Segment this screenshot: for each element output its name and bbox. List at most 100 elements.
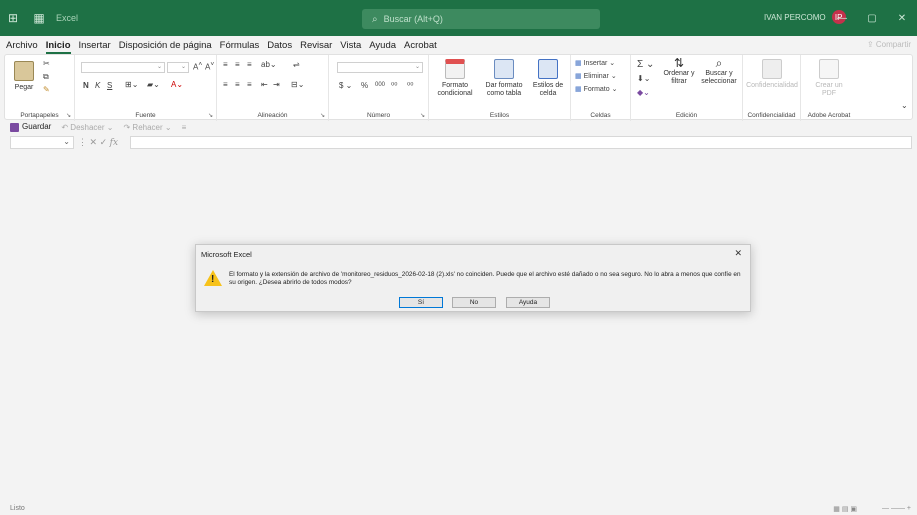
status-bar: Listo ▦ ▤ ▣ — —— +	[0, 505, 917, 515]
group-label-confidentiality: Confidencialidad	[747, 112, 796, 119]
number-launcher-icon[interactable]: ↘	[420, 112, 425, 119]
share-button[interactable]: ⇪ Compartir	[867, 40, 911, 49]
tab-revisar[interactable]: Revisar	[300, 40, 332, 51]
restore-icon[interactable]: ▢	[857, 13, 887, 24]
align-center-icon[interactable]: ≡	[235, 80, 240, 89]
group-adobe: Crear un PDF Adobe Acrobat	[801, 55, 857, 121]
format-table-button[interactable]: Dar formato como tabla	[481, 59, 527, 98]
align-top-icon[interactable]: ≡	[223, 60, 228, 69]
alignment-launcher-icon[interactable]: ↘	[320, 112, 325, 119]
group-label-styles: Estilos	[489, 112, 510, 119]
orientation-icon[interactable]: ab⌄	[261, 60, 277, 69]
font-color-icon[interactable]: A⌄	[171, 80, 183, 89]
save-label: Guardar	[22, 122, 52, 132]
save-icon	[10, 122, 19, 132]
paste-button[interactable]: Pegar	[13, 61, 35, 92]
tab-acrobat[interactable]: Acrobat	[404, 40, 437, 51]
copy-icon[interactable]: ⧉	[43, 72, 49, 82]
group-label-alignment: Alineación	[257, 112, 288, 119]
delete-cells-button[interactable]: ▦ Eliminar ⌄	[575, 72, 617, 80]
tab-disposicion-pagina[interactable]: Disposición de página	[119, 40, 212, 51]
format-cells-button[interactable]: ▦ Formato ⌄	[575, 85, 617, 93]
format-painter-icon[interactable]: ✎	[43, 85, 50, 94]
currency-button[interactable]: $ ⌄	[339, 81, 352, 90]
sort-filter-button[interactable]: ⇅ Ordenar y filtrar	[661, 57, 697, 86]
formula-input[interactable]	[130, 135, 912, 149]
clear-icon[interactable]: ◆⌄	[637, 88, 650, 97]
collapse-ribbon-icon[interactable]: ⌄	[901, 101, 908, 110]
font-name-dropdown[interactable]: ⌄	[81, 62, 165, 73]
help-button[interactable]: Ayuda	[506, 297, 550, 308]
enter-icon[interactable]: ✓	[100, 137, 108, 147]
font-launcher-icon[interactable]: ↘	[208, 112, 213, 119]
more-icon[interactable]: ⋮	[78, 137, 87, 147]
borders-icon[interactable]: ⊞⌄	[125, 80, 138, 89]
find-select-button[interactable]: ⌕ Buscar y seleccionar	[699, 57, 739, 86]
save-button[interactable]: Guardar	[10, 122, 52, 132]
wrap-text-icon[interactable]: ⇌	[293, 60, 300, 69]
tab-ayuda[interactable]: Ayuda	[369, 40, 396, 51]
tab-formulas[interactable]: Fórmulas	[220, 40, 260, 51]
group-editing: Σ ⌄ ⬇⌄ ◆⌄ ⇅ Ordenar y filtrar ⌕ Buscar y…	[631, 55, 743, 121]
increase-indent-icon[interactable]: ⇥	[273, 80, 280, 89]
align-left-icon[interactable]: ≡	[223, 80, 228, 89]
tab-vista[interactable]: Vista	[340, 40, 361, 51]
bold-button[interactable]: N	[83, 81, 89, 90]
percent-button[interactable]: %	[361, 81, 368, 90]
cell-styles-button[interactable]: Estilos de celda	[529, 59, 567, 98]
tab-insertar[interactable]: Insertar	[79, 40, 111, 51]
cancel-icon[interactable]: ✕	[90, 137, 98, 147]
ribbon: Pegar ✂ ⧉ ✎ Portapapeles ↘ ⌄ ⌄ A˄ A˅ N K…	[4, 54, 913, 121]
underline-button[interactable]: S	[107, 81, 112, 90]
font-size-dropdown[interactable]: ⌄	[167, 62, 189, 73]
increase-font-icon[interactable]: A˄	[193, 61, 202, 72]
confidentiality-button[interactable]: Confidencialidad	[745, 59, 799, 90]
merge-center-icon[interactable]: ⊟⌄	[291, 80, 304, 89]
decrease-font-icon[interactable]: A˅	[205, 61, 214, 72]
zoom-slider[interactable]: — —— +	[882, 505, 911, 512]
dialog-message: El formato y la extensión de archivo de …	[229, 271, 741, 286]
view-buttons[interactable]: ▦ ▤ ▣	[833, 505, 857, 513]
sort-filter-label: Ordenar y filtrar	[663, 70, 695, 85]
insert-function-button[interactable]: fx	[110, 138, 118, 148]
app-name: Excel	[56, 13, 79, 23]
minimize-icon[interactable]: —	[827, 13, 857, 24]
align-middle-icon[interactable]: ≡	[235, 60, 240, 69]
undo-button[interactable]: ↶ Deshacer ⌄	[61, 123, 113, 132]
tab-inicio[interactable]: Inicio	[45, 40, 71, 54]
italic-button[interactable]: K	[95, 81, 100, 90]
search-placeholder: Buscar (Alt+Q)	[383, 14, 443, 24]
group-label-clipboard: Portapapeles	[20, 112, 59, 119]
tab-archivo[interactable]: Archivo	[6, 40, 38, 51]
fill-color-icon[interactable]: ▰⌄	[147, 80, 160, 89]
close-icon[interactable]: ✕	[887, 13, 917, 24]
clipboard-launcher-icon[interactable]: ↘	[66, 112, 71, 119]
number-format-dropdown[interactable]: ⌄	[337, 62, 423, 73]
align-right-icon[interactable]: ≡	[247, 80, 252, 89]
increase-decimal-icon[interactable]: ⁰⁰	[391, 81, 397, 90]
group-font: ⌄ ⌄ A˄ A˅ N K S ⊞⌄ ▰⌄ A⌄ Fuente ↘	[75, 55, 217, 121]
app-grid-icon[interactable]: ⊞	[0, 0, 26, 36]
align-bottom-icon[interactable]: ≡	[247, 60, 252, 69]
create-pdf-button[interactable]: Crear un PDF	[809, 59, 849, 98]
thousands-button[interactable]: 000	[375, 82, 385, 88]
decrease-decimal-icon[interactable]: ⁰⁰	[407, 81, 413, 90]
search-icon: ⌕	[372, 13, 378, 25]
yes-button[interactable]: Sí	[399, 297, 443, 308]
name-box[interactable]: ⌄	[10, 135, 74, 149]
search-input[interactable]: ⌕ Buscar (Alt+Q)	[362, 9, 600, 29]
insert-cells-button[interactable]: ▦ Insertar ⌄	[575, 59, 615, 67]
conditional-format-button[interactable]: Formato condicional	[433, 59, 477, 98]
tab-datos[interactable]: Datos	[267, 40, 292, 51]
redo-button[interactable]: ↷ Rehacer ⌄	[123, 123, 171, 132]
fill-icon[interactable]: ⬇⌄	[637, 74, 650, 83]
decrease-indent-icon[interactable]: ⇤	[261, 80, 268, 89]
cut-icon[interactable]: ✂	[43, 59, 50, 68]
dialog-close-icon[interactable]: ✕	[734, 248, 742, 259]
no-button[interactable]: No	[452, 297, 496, 308]
customize-qat-icon[interactable]: ≡	[182, 123, 187, 132]
cell-styles-label: Estilos de celda	[532, 82, 564, 97]
paste-label: Pegar	[14, 84, 34, 91]
group-label-adobe: Adobe Acrobat	[807, 112, 851, 119]
autosum-icon[interactable]: Σ ⌄	[637, 59, 654, 70]
